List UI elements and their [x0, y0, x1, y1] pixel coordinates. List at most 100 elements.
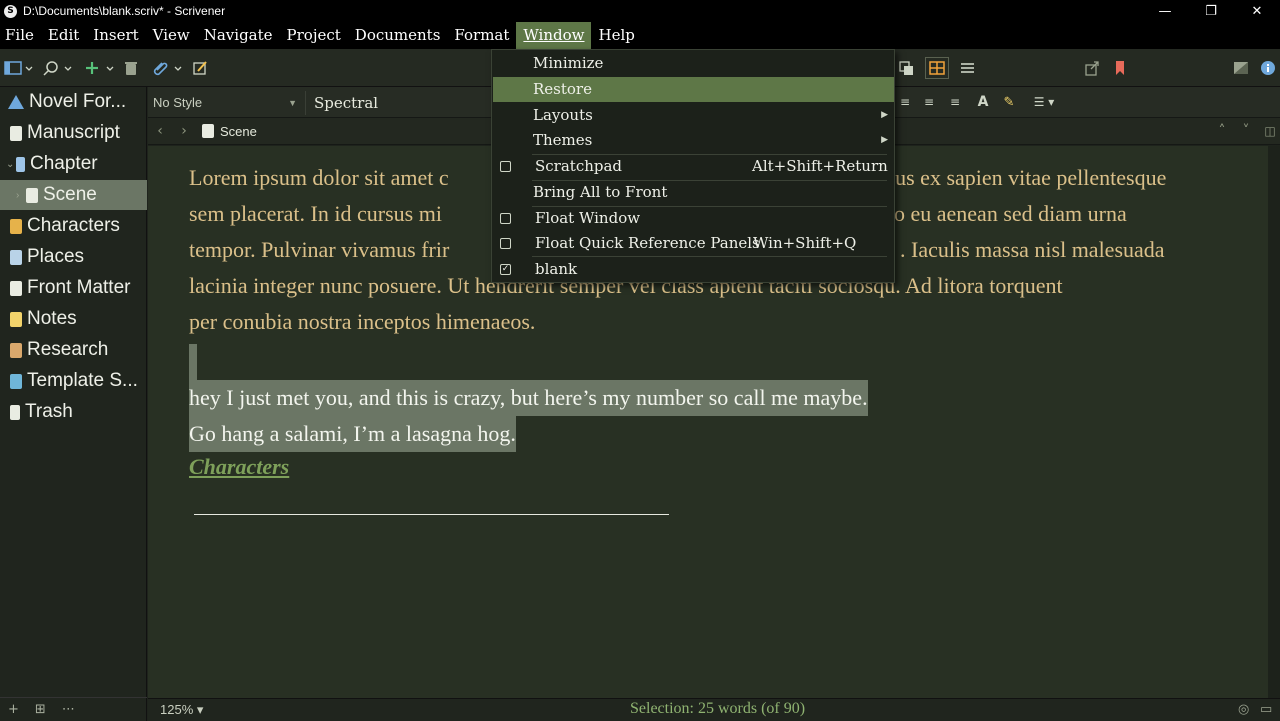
project-icon	[8, 95, 24, 109]
menu-documents[interactable]: Documents	[348, 22, 448, 49]
restore-window-button[interactable]: ❐	[1188, 0, 1234, 22]
grid-view-icon[interactable]	[925, 57, 949, 79]
outline-view-icon[interactable]	[955, 57, 979, 79]
binder-item-characters[interactable]: Characters	[0, 211, 147, 241]
menu-file[interactable]: File	[0, 22, 41, 49]
edit-note-icon[interactable]	[190, 57, 210, 79]
research-icon	[10, 342, 22, 358]
composition-mode-icon[interactable]	[1231, 57, 1251, 79]
menu-insert[interactable]: Insert	[86, 22, 145, 49]
nav-forward-icon[interactable]: ›	[172, 123, 196, 139]
checkbox-icon	[500, 213, 511, 224]
binder-item-notes[interactable]: Notes	[0, 304, 147, 334]
trash-icon	[10, 404, 20, 420]
target-icon[interactable]: ◎	[1238, 702, 1249, 717]
list-bullets-icon[interactable]: ☰ ▾	[1028, 91, 1060, 113]
menu-project[interactable]: Project	[280, 22, 348, 49]
title-bar: S D:\Documents\blank.scriv* - Scrivener …	[0, 0, 1280, 22]
document-icon	[26, 187, 38, 203]
menu-window[interactable]: Window	[516, 22, 592, 49]
document-title: Scene	[220, 123, 257, 139]
binder-item-label: Scene	[43, 184, 97, 205]
close-window-button[interactable]: ✕	[1234, 0, 1280, 22]
trash-toolbar-icon[interactable]	[121, 57, 141, 79]
paragraph-style-select[interactable]: No Style ▼	[148, 91, 306, 115]
inspector-info-icon[interactable]	[1258, 57, 1278, 79]
split-editor-icon[interactable]: ◫	[1258, 124, 1280, 138]
submenu-arrow-icon: ▶	[881, 135, 888, 145]
template-icon	[10, 373, 22, 389]
binder-item-front-matter[interactable]: Front Matter	[0, 273, 147, 303]
share-icon[interactable]	[1082, 57, 1102, 79]
binder-item-template-sheets[interactable]: Template S...	[0, 366, 147, 396]
binder-footer: + ⊞ ⋯	[0, 697, 147, 721]
menu-item-themes[interactable]: Themes ▶	[493, 128, 894, 153]
align-center-icon[interactable]: ≡	[896, 91, 914, 113]
binder-toggle-icon[interactable]	[2, 57, 36, 79]
more-options-icon[interactable]: ⋯	[62, 702, 75, 717]
menu-item-restore[interactable]: Restore	[493, 77, 894, 102]
comments-icon[interactable]: ▭	[1260, 702, 1272, 717]
font-family-select[interactable]: Spectral	[314, 91, 494, 115]
binder-item-label: Template S...	[27, 370, 138, 391]
menu-item-minimize[interactable]: Minimize	[493, 51, 894, 76]
editor-scrollbar[interactable]	[1268, 146, 1280, 698]
binder-item-scene[interactable]: › Scene	[0, 180, 147, 210]
window-menu-dropdown: Minimize Restore Layouts ▶ Themes ▶ Scra…	[491, 49, 895, 283]
add-item-icon[interactable]	[82, 57, 118, 79]
bookmark-icon[interactable]	[1110, 57, 1130, 79]
menu-view[interactable]: View	[146, 22, 197, 49]
menu-format[interactable]: Format	[447, 22, 516, 49]
binder-item-manuscript[interactable]: Manuscript	[0, 118, 147, 148]
characters-link[interactable]: Characters	[189, 454, 289, 480]
menu-item-float-window[interactable]: Float Window	[493, 206, 894, 231]
add-folder-icon[interactable]: ⊞	[35, 702, 46, 717]
checkmark-icon: ✓	[500, 264, 511, 275]
add-binder-item-icon[interactable]: +	[8, 702, 19, 717]
binder-item-trash[interactable]: Trash	[0, 397, 147, 427]
editor-line-right: o eu aenean sed diam urna	[894, 201, 1127, 226]
folder-icon	[16, 156, 25, 172]
minimize-window-button[interactable]: —	[1142, 0, 1188, 22]
align-right-icon[interactable]: ≡	[946, 91, 964, 113]
binder-item-places[interactable]: Places	[0, 242, 147, 272]
highlight-icon[interactable]: ✎	[1000, 91, 1018, 113]
document-icon	[202, 124, 214, 138]
menu-item-scratchpad[interactable]: Scratchpad Alt+Shift+Return	[493, 154, 894, 179]
editor-line-right: . Iaculis massa nisl malesuada	[900, 237, 1165, 262]
nav-back-icon[interactable]: ‹	[148, 123, 172, 139]
style-dropdown-chevron-icon: ▼	[288, 98, 297, 108]
notes-icon	[10, 311, 22, 327]
front-matter-icon	[10, 280, 22, 296]
text-color-icon[interactable]: A	[974, 91, 992, 113]
binder-item-novel-format[interactable]: Novel For...	[0, 87, 147, 117]
expand-caret-icon[interactable]: ›	[16, 190, 26, 201]
binder-item-label: Trash	[25, 401, 73, 422]
binder-item-label: Front Matter	[27, 277, 131, 298]
editor-line: sem placerat. In id cursus mi	[189, 201, 442, 226]
menu-item-layouts[interactable]: Layouts ▶	[493, 103, 894, 128]
editor-footer: 125% ▾ Selection: 25 words (of 90) ◎ ▭	[148, 698, 1280, 721]
attachment-icon[interactable]	[150, 57, 186, 79]
binder-item-research[interactable]: Research	[0, 335, 147, 365]
binder-item-chapter[interactable]: ⌄ Chapter	[0, 149, 147, 179]
menu-item-blank[interactable]: ✓ blank	[493, 257, 894, 282]
menu-help[interactable]: Help	[591, 22, 641, 49]
zoom-select[interactable]: 125% ▾	[160, 702, 203, 718]
binder-sidebar: Novel For... Manuscript ⌄ Chapter › Scen…	[0, 87, 147, 721]
quick-search-icon[interactable]	[40, 57, 76, 79]
submenu-arrow-icon: ▶	[881, 110, 888, 120]
menu-edit[interactable]: Edit	[41, 22, 86, 49]
places-icon	[10, 249, 22, 265]
nav-up-icon[interactable]: ˄	[1210, 123, 1234, 139]
binder-item-label: Notes	[27, 308, 77, 329]
menu-item-float-quick-reference-panels[interactable]: Float Quick Reference Panels Win+Shift+Q	[493, 231, 894, 256]
nav-down-icon[interactable]: ˅	[1234, 123, 1258, 139]
collapse-caret-icon[interactable]: ⌄	[6, 159, 16, 170]
menu-navigate[interactable]: Navigate	[197, 22, 280, 49]
align-justify-icon[interactable]: ≡	[920, 91, 938, 113]
corkboard-view-icon[interactable]	[896, 57, 916, 79]
menu-item-bring-all-to-front[interactable]: Bring All to Front	[493, 180, 894, 205]
selected-text-line: Go hang a salami, I’m a lasagna hog.	[189, 416, 516, 452]
scrivener-app-icon: S	[4, 4, 17, 18]
